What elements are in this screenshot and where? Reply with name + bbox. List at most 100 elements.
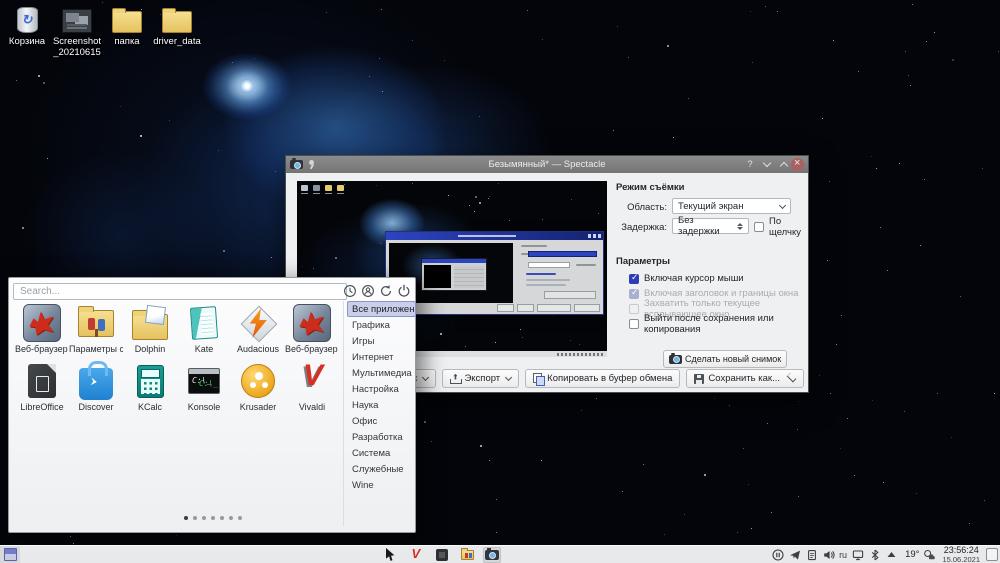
category-item[interactable]: Игры: [347, 333, 416, 349]
settings-panel: Режим съёмки Область: Текущий экран Заде…: [611, 178, 804, 368]
taskbar: ru 19° 23:56:24 15.06.2021: [0, 545, 1000, 563]
category-item[interactable]: Офис: [347, 413, 416, 429]
page-dots[interactable]: [153, 507, 273, 525]
option-label: Выйти после сохранения или копирования: [644, 312, 774, 335]
chevron-down-icon: [505, 373, 513, 382]
chevron-down-icon: [778, 201, 787, 209]
camera-icon: [669, 352, 682, 364]
clock-widget[interactable]: 23:56:24 15.06.2021: [942, 545, 980, 563]
checkbox-icon: [629, 272, 639, 284]
app-item[interactable]: Веб-браузер ...: [15, 302, 69, 360]
delay-label: Задержка:: [621, 222, 667, 233]
export-icon: [450, 374, 463, 384]
category-item[interactable]: Все приложения: [347, 301, 416, 317]
app-item[interactable]: Веб-браузер ...: [285, 302, 339, 360]
footer-button[interactable]: Экспорт: [442, 369, 520, 388]
desktop-icon[interactable]: Корзина: [2, 5, 52, 59]
kate-icon: [189, 306, 219, 340]
category-item[interactable]: Интернет: [347, 349, 416, 365]
app-item[interactable]: LibreOffice: [15, 360, 69, 418]
category-item[interactable]: Система: [347, 445, 416, 461]
preview-nested-window-3: [421, 258, 487, 291]
history-button[interactable]: [342, 283, 357, 298]
options-heading: Параметры: [616, 256, 670, 267]
show-desktop-button[interactable]: [986, 548, 998, 561]
kcalc-icon: [136, 364, 164, 398]
users-button[interactable]: [360, 283, 375, 298]
category-item[interactable]: Wine: [347, 477, 416, 493]
option-checkbox[interactable]: Выйти после сохранения или копирования: [629, 313, 804, 335]
keyboard-layout[interactable]: ru: [839, 550, 847, 560]
category-item[interactable]: Настройка: [347, 381, 416, 397]
checkbox-icon: [629, 303, 639, 314]
folder-tools-icon: [460, 547, 474, 560]
delay-spinbox[interactable]: Без задержки: [672, 215, 749, 237]
media-pause-icon[interactable]: [771, 548, 784, 561]
close-button[interactable]: [791, 157, 804, 171]
app-item[interactable]: KCalc: [123, 360, 177, 418]
option-checkbox[interactable]: Включая курсор мыши: [629, 271, 804, 286]
app-item[interactable]: Discover: [69, 360, 123, 418]
app-item[interactable]: Krusader: [231, 360, 285, 418]
volume-icon[interactable]: [822, 548, 835, 561]
take-screenshot-button[interactable]: Сделать новый снимок: [663, 350, 788, 368]
checkbox-icon: [629, 287, 639, 299]
search-input[interactable]: [13, 283, 347, 300]
area-select[interactable]: Текущий экран: [672, 198, 791, 214]
preview-desktop-icon: [337, 185, 344, 194]
task-libreoffice[interactable]: [433, 547, 451, 563]
on-click-checkbox[interactable]: По щелчку: [754, 216, 804, 238]
kde-launcher-icon: [3, 548, 17, 561]
app-item[interactable]: Dolphin: [123, 302, 177, 360]
category-item[interactable]: Графика: [347, 317, 416, 333]
app-item[interactable]: Kate: [177, 302, 231, 360]
temperature-widget[interactable]: 19°: [905, 549, 919, 560]
task-pointer-tool[interactable]: [383, 547, 401, 563]
task-spectacle[interactable]: [483, 546, 501, 563]
konqueror-icon: [293, 304, 331, 342]
pin-icon[interactable]: [307, 160, 316, 169]
preview-nested-window: [385, 231, 604, 315]
preview-desktop-icon: [301, 185, 308, 194]
checkbox-icon: [629, 318, 639, 329]
footer-button[interactable]: Копировать в буфер обмена: [525, 369, 681, 388]
weather-icon[interactable]: [923, 548, 936, 561]
task-system-folder[interactable]: [458, 547, 476, 563]
task-manager: [383, 546, 501, 563]
system-tray: ru 19° 23:56:24 15.06.2021: [771, 545, 998, 563]
category-item[interactable]: Наука: [347, 397, 416, 413]
desktop-icon[interactable]: driver_data: [152, 5, 202, 59]
category-item[interactable]: Мультимедиа: [347, 365, 416, 381]
bright-star: [240, 79, 254, 93]
spectacle-titlebar[interactable]: Безымянный* — Spectacle ?: [286, 156, 808, 173]
vivaldi-icon: [411, 546, 424, 561]
launcher-button[interactable]: [0, 545, 20, 563]
clipboard-icon[interactable]: [805, 548, 818, 561]
app-item[interactable]: Audacious: [231, 302, 285, 360]
maximize-button[interactable]: [777, 158, 791, 172]
task-vivaldi[interactable]: [408, 546, 426, 563]
app-item[interactable]: Vivaldi: [285, 359, 339, 418]
display-icon[interactable]: [851, 548, 864, 561]
desktop-icon[interactable]: Screenshot_20210615_2...: [52, 5, 102, 59]
desktop-icon[interactable]: папка: [102, 5, 152, 59]
minimize-button[interactable]: [760, 158, 774, 172]
options-list: Включая курсор мыши Включая заголовок и …: [629, 271, 804, 335]
app-item[interactable]: Параметры с...: [69, 302, 123, 360]
category-item[interactable]: Разработка: [347, 429, 416, 445]
copy-icon: [533, 373, 546, 386]
chevron-down-icon: [786, 372, 797, 383]
shutdown-button[interactable]: [396, 283, 411, 298]
desktop-icons: Корзина Screenshot_20210615_2... папка d…: [2, 5, 202, 59]
chevron-down-icon: [762, 158, 772, 168]
telegram-icon[interactable]: [788, 548, 801, 561]
category-list: Все приложения Графика Игры Интернет Мул…: [343, 301, 416, 526]
category-item[interactable]: Служебные: [347, 461, 416, 477]
footer-button[interactable]: Сохранить как...: [686, 369, 804, 388]
app-item[interactable]: Konsole: [177, 360, 231, 418]
dolphin-icon: [132, 310, 168, 340]
expand-tray-icon[interactable]: [885, 548, 898, 561]
bluetooth-icon[interactable]: [868, 548, 881, 561]
restart-button[interactable]: [378, 283, 393, 298]
on-click-label: По щелчку: [769, 215, 801, 238]
